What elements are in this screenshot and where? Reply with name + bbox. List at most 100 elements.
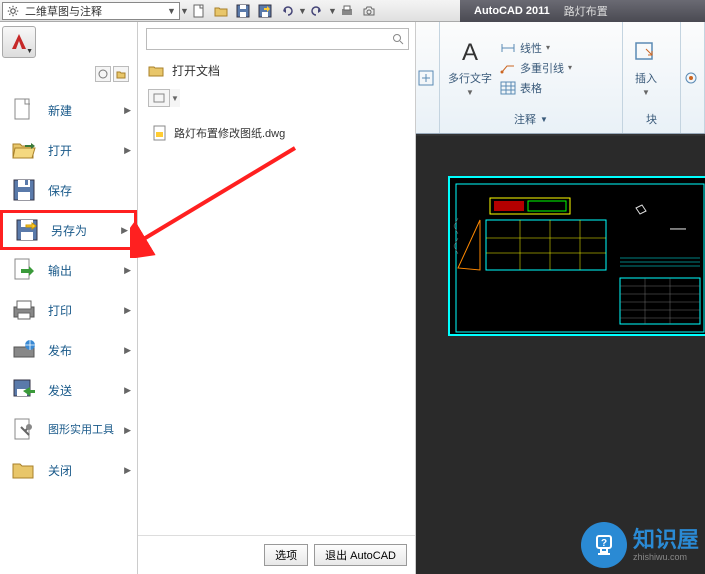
menu-label: 发送	[48, 382, 124, 399]
search-input[interactable]	[146, 28, 409, 50]
linetype-button[interactable]: 线性▾	[500, 40, 572, 56]
drawing-canvas[interactable]: —	[416, 134, 705, 574]
dropdown-arrow-icon: ▼	[642, 88, 650, 97]
drawing-content: —	[448, 176, 705, 336]
menu-item-close[interactable]: 关闭 ▶	[0, 450, 137, 490]
chevron-right-icon: ▶	[124, 345, 131, 356]
open-small-icon[interactable]	[113, 66, 129, 82]
dropdown-arrow-icon: ▼	[26, 48, 33, 55]
menu-item-utilities[interactable]: 图形实用工具 ▶	[0, 410, 137, 450]
chevron-right-icon: ▶	[124, 425, 131, 436]
menu-item-open[interactable]: 打开 ▶	[0, 130, 137, 170]
chevron-right-icon: ▶	[124, 465, 131, 476]
menu-label: 图形实用工具	[48, 424, 124, 436]
chevron-right-icon: ▶	[124, 385, 131, 396]
watermark-brand: 知识屋	[633, 527, 699, 552]
svg-text:A: A	[462, 39, 478, 66]
menu-item-saveas[interactable]: 另存为 ▶	[0, 210, 137, 250]
button-label: 多行文字	[448, 70, 492, 86]
menu-label: 发布	[48, 342, 124, 359]
open-folder-icon	[10, 136, 38, 164]
saveas-icon	[13, 216, 41, 244]
svg-text:?: ?	[601, 538, 607, 549]
menu-label: 另存为	[51, 222, 121, 239]
recent-file-item[interactable]: 路灯布置修改图纸.dwg	[148, 121, 405, 145]
search-icon[interactable]	[389, 28, 407, 50]
menu-label: 打开	[48, 142, 124, 159]
chevron-right-icon: ▶	[121, 225, 128, 236]
chevron-right-icon: ▶	[124, 265, 131, 276]
chevron-right-icon: ▶	[124, 145, 131, 156]
workspace-label: 二维草图与注释	[25, 3, 102, 19]
titlebar: AutoCAD 2011 路灯布置	[460, 0, 705, 22]
saveas-button[interactable]	[254, 1, 276, 21]
new-file-icon	[10, 96, 38, 124]
document-name: 路灯布置	[564, 3, 608, 19]
recent-header-label: 打开文档	[172, 62, 220, 79]
leader-icon	[500, 60, 516, 76]
sort-button[interactable]	[148, 89, 170, 107]
menu-item-send[interactable]: 发送 ▶	[0, 370, 137, 410]
print-icon	[10, 296, 38, 324]
menu-label: 输出	[48, 262, 124, 279]
dropdown-arrow-icon[interactable]: ▼	[298, 6, 306, 16]
publish-icon	[10, 336, 38, 364]
send-icon	[10, 376, 38, 404]
menu-item-publish[interactable]: 发布 ▶	[0, 330, 137, 370]
undo-button[interactable]	[276, 1, 298, 21]
redo-button[interactable]	[306, 1, 328, 21]
menu-item-export[interactable]: 输出 ▶	[0, 250, 137, 290]
line-icon	[500, 40, 516, 56]
insert-icon	[631, 38, 661, 68]
product-name: AutoCAD 2011	[474, 5, 550, 17]
recent-file-name: 路灯布置修改图纸.dwg	[174, 125, 285, 141]
watermark: ? 知识屋 zhishiwu.com	[581, 522, 699, 568]
ribbon: A 多行文字 ▼ 线性▾ 多重引线▾ 表格 注释▼ 插入	[416, 22, 705, 134]
multileader-button[interactable]: 多重引线▾	[500, 60, 572, 76]
watermark-domain: zhishiwu.com	[633, 552, 699, 562]
svg-text:—: —	[670, 220, 686, 237]
save-button[interactable]	[232, 1, 254, 21]
close-folder-icon	[10, 456, 38, 484]
save-icon	[10, 176, 38, 204]
table-icon	[500, 80, 516, 96]
table-button[interactable]: 表格	[500, 80, 572, 96]
dropdown-arrow-icon[interactable]: ▼	[170, 89, 180, 107]
panel-icon[interactable]	[683, 70, 699, 86]
button-label: 表格	[520, 80, 542, 96]
multiline-text-button[interactable]: A 多行文字 ▼	[448, 38, 492, 97]
options-button[interactable]: 选项	[264, 544, 308, 566]
insert-button[interactable]: 插入 ▼	[631, 38, 661, 97]
ribbon-group-title: 块	[631, 109, 672, 129]
menu-label: 新建	[48, 102, 124, 119]
open-button[interactable]	[210, 1, 232, 21]
panel-toggle-icon[interactable]	[418, 70, 434, 86]
camera-button[interactable]	[358, 1, 380, 21]
app-logo-button[interactable]: ▼	[2, 26, 36, 58]
dropdown-arrow-icon[interactable]: ▼	[180, 6, 188, 16]
button-label: 多重引线	[520, 60, 564, 76]
exit-button[interactable]: 退出 AutoCAD	[314, 544, 407, 566]
folder-icon	[148, 64, 166, 78]
recent-header: 打开文档	[138, 56, 415, 85]
new-button[interactable]	[188, 1, 210, 21]
utilities-icon	[10, 416, 38, 444]
text-icon: A	[455, 38, 485, 68]
button-label: 线性	[520, 40, 542, 56]
dwg-icon	[152, 125, 168, 141]
export-icon	[10, 256, 38, 284]
chevron-right-icon: ▶	[124, 105, 131, 116]
recent-small-icon[interactable]	[95, 66, 111, 82]
menu-item-print[interactable]: 打印 ▶	[0, 290, 137, 330]
ribbon-group-title[interactable]: 注释▼	[448, 109, 614, 129]
menu-label: 关闭	[48, 462, 124, 479]
menu-item-new[interactable]: 新建 ▶	[0, 90, 137, 130]
dropdown-arrow-icon[interactable]: ▼	[328, 6, 336, 16]
button-label: 插入	[635, 70, 657, 86]
print-button[interactable]	[336, 1, 358, 21]
dropdown-arrow-icon: ▼	[167, 6, 175, 16]
application-menu: ▼ 新建 ▶ 打开 ▶ 保存 另存为 ▶ 输出 ▶	[0, 22, 138, 574]
menu-item-save[interactable]: 保存	[0, 170, 137, 210]
chevron-right-icon: ▶	[124, 305, 131, 316]
workspace-selector[interactable]: 二维草图与注释 ▼	[2, 2, 180, 20]
